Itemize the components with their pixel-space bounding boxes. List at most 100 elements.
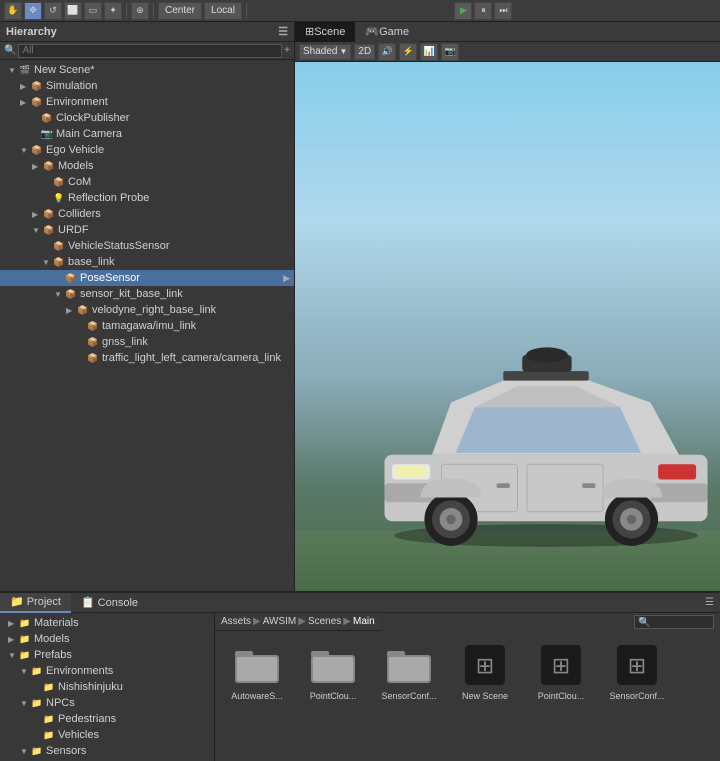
- tree-item-simulation[interactable]: ▶ 📦 Simulation: [0, 78, 294, 94]
- proj-nishishinjuku[interactable]: 📁 Nishishinjuku: [0, 679, 214, 695]
- newscene-label: New Scene: [462, 691, 508, 702]
- sensor-kit-label: sensor_kit_base_link: [80, 288, 183, 300]
- asset-sensorconf1[interactable]: SensorConf...: [375, 639, 443, 704]
- environment-icon: 📦: [30, 95, 44, 109]
- hierarchy-add-icon[interactable]: +: [284, 45, 290, 56]
- svg-text:⊞: ⊞: [476, 653, 494, 678]
- breadcrumb-assets[interactable]: Assets: [221, 616, 251, 627]
- scene-tab-label: Scene: [314, 26, 345, 38]
- breadcrumb-main[interactable]: Main: [353, 616, 375, 627]
- sensors-icon: 📁: [30, 744, 44, 758]
- toolbar-multi-icon[interactable]: ✦: [104, 2, 122, 20]
- prefabs-icon: 📁: [18, 648, 32, 662]
- proj-materials[interactable]: ▶ 📁 Materials: [0, 615, 214, 631]
- asset-pointcloud1[interactable]: PointClou...: [299, 639, 367, 704]
- sensorconf2-icon: ⊞: [613, 641, 661, 689]
- toolbar-step-icon[interactable]: ⏭: [494, 2, 512, 20]
- console-tab-label: Console: [98, 597, 138, 609]
- proj-prefabs[interactable]: ▼ 📁 Prefabs: [0, 647, 214, 663]
- breadcrumb-awsim[interactable]: AWSIM: [263, 616, 297, 627]
- proj-pedestrians[interactable]: 📁 Pedestrians: [0, 711, 214, 727]
- imu-label: tamagawa/imu_link: [102, 320, 196, 332]
- tree-item-ego-vehicle[interactable]: ▼ 📦 Ego Vehicle: [0, 142, 294, 158]
- tree-item-velodyne[interactable]: ▶ 📦 velodyne_right_base_link: [0, 302, 294, 318]
- sensors-label: Sensors: [46, 745, 86, 757]
- bottom-menu-icon[interactable]: ☰: [699, 597, 720, 608]
- tab-project[interactable]: 📁 Project: [0, 593, 71, 613]
- stats-icon[interactable]: 📊: [420, 43, 438, 61]
- game-icon-tab: 🎮: [365, 25, 379, 38]
- proj-vehicles-npcs[interactable]: 📁 Vehicles: [0, 727, 214, 743]
- hierarchy-search-input[interactable]: [18, 44, 282, 58]
- tree-item-reflection-probe[interactable]: 💡 Reflection Probe: [0, 190, 294, 206]
- tree-item-gnss[interactable]: 📦 gnss_link: [0, 334, 294, 350]
- proj-models-arrow: ▶: [8, 635, 18, 644]
- proj-environments[interactable]: ▼ 📁 Environments: [0, 663, 214, 679]
- asset-newscene[interactable]: ⊞ New Scene: [451, 639, 519, 704]
- toolbar-center-btn[interactable]: Center: [158, 2, 202, 20]
- asset-autowarescene[interactable]: AutowareS...: [223, 639, 291, 704]
- camera-label: Main Camera: [56, 128, 122, 140]
- vss-label: VehicleStatusSensor: [68, 240, 170, 252]
- proj-sensors[interactable]: ▼ 📁 Sensors: [0, 743, 214, 759]
- shading-dropdown[interactable]: Shaded ▼: [299, 44, 351, 60]
- simulation-label: Simulation: [46, 80, 97, 92]
- tab-game[interactable]: 🎮 Game: [355, 22, 419, 42]
- asset-sensorconf2[interactable]: ⊞ SensorConf...: [603, 639, 671, 704]
- tree-item-environment[interactable]: ▶ 📦 Environment: [0, 94, 294, 110]
- tree-item-posesensor[interactable]: 📦 PoseSensor ▶: [0, 270, 294, 286]
- toolbar-dot-icon[interactable]: ⊕: [131, 2, 149, 20]
- prefabs-arrow: ▼: [8, 651, 18, 660]
- hierarchy-title: Hierarchy: [6, 26, 57, 38]
- tree-item-sensor-kit[interactable]: ▼ 📦 sensor_kit_base_link: [0, 286, 294, 302]
- scene-toolbar: Shaded ▼ 2D 🔊 ⚡ 📊 📷: [295, 42, 720, 62]
- tab-console[interactable]: 📋 Console: [71, 593, 148, 613]
- audio-icon[interactable]: 🔊: [378, 43, 396, 61]
- toolbar-pause-icon[interactable]: ⏸: [474, 2, 492, 20]
- tree-item-traffic-light[interactable]: 📦 traffic_light_left_camera/camera_link: [0, 350, 294, 366]
- tree-item-com[interactable]: 📦 CoM: [0, 174, 294, 190]
- colliders-arrow: ▶: [32, 210, 42, 219]
- toolbar-rotate-icon[interactable]: ↺: [44, 2, 62, 20]
- toolbar-local-btn[interactable]: Local: [204, 2, 242, 20]
- sep2: [153, 3, 154, 19]
- newscene-icon: ⊞: [461, 641, 509, 689]
- com-label: CoM: [68, 176, 91, 188]
- tree-item-colliders[interactable]: ▶ 📦 Colliders: [0, 206, 294, 222]
- breadcrumb-scenes[interactable]: Scenes: [308, 616, 341, 627]
- assets-breadcrumb: Assets ▶ AWSIM ▶ Scenes ▶ Main: [215, 613, 381, 631]
- tree-item-clockpublisher[interactable]: 📦 ClockPublisher: [0, 110, 294, 126]
- simulation-icon: 📦: [30, 79, 44, 93]
- tree-item-urdf[interactable]: ▼ 📦 URDF: [0, 222, 294, 238]
- fx-icon[interactable]: ⚡: [399, 43, 417, 61]
- velodyne-label: velodyne_right_base_link: [92, 304, 216, 316]
- toolbar-rect-icon[interactable]: ▭: [84, 2, 102, 20]
- tree-item-vehiclestatussensor[interactable]: 📦 VehicleStatusSensor: [0, 238, 294, 254]
- urdf-icon: 📦: [42, 223, 56, 237]
- ego-vehicle-label: Ego Vehicle: [46, 144, 104, 156]
- tree-item-imu[interactable]: 📦 tamagawa/imu_link: [0, 318, 294, 334]
- tab-scene[interactable]: ⊞ Scene: [295, 22, 355, 42]
- env-label: Environments: [46, 665, 113, 677]
- toolbar-hand-icon[interactable]: ✋: [4, 2, 22, 20]
- proj-npcs[interactable]: ▼ 📁 NPCs: [0, 695, 214, 711]
- tree-item-models[interactable]: ▶ 📦 Models: [0, 158, 294, 174]
- veh-npc-icon: 📁: [42, 728, 56, 742]
- center-label: Center: [165, 5, 195, 16]
- asset-pointcloud2[interactable]: ⊞ PointClou...: [527, 639, 595, 704]
- tree-item-new-scene[interactable]: ▼ 🎬 New Scene*: [0, 62, 294, 78]
- proj-models[interactable]: ▶ 📁 Models: [0, 631, 214, 647]
- gizmos-icon[interactable]: 📷: [441, 43, 459, 61]
- 2d-btn[interactable]: 2D: [354, 44, 375, 60]
- project-tree: ▶ 📁 Materials ▶ 📁 Models ▼ 📁 Prefabs ▼ 📁: [0, 613, 215, 761]
- toolbar-move-icon[interactable]: ✥: [24, 2, 42, 20]
- tree-item-base-link[interactable]: ▼ 📦 base_link: [0, 254, 294, 270]
- toolbar-play-icon[interactable]: ▶: [454, 2, 472, 20]
- 2d-label: 2D: [358, 46, 371, 57]
- toolbar-scale-icon[interactable]: ⬜: [64, 2, 82, 20]
- project-assets: Assets ▶ AWSIM ▶ Scenes ▶ Main: [215, 613, 720, 761]
- tree-item-main-camera[interactable]: 📷 Main Camera: [0, 126, 294, 142]
- bottom-tabs-row: 📁 Project 📋 Console ☰: [0, 593, 720, 613]
- assets-search-input[interactable]: [634, 615, 714, 629]
- hierarchy-menu-icon[interactable]: ☰: [278, 25, 288, 38]
